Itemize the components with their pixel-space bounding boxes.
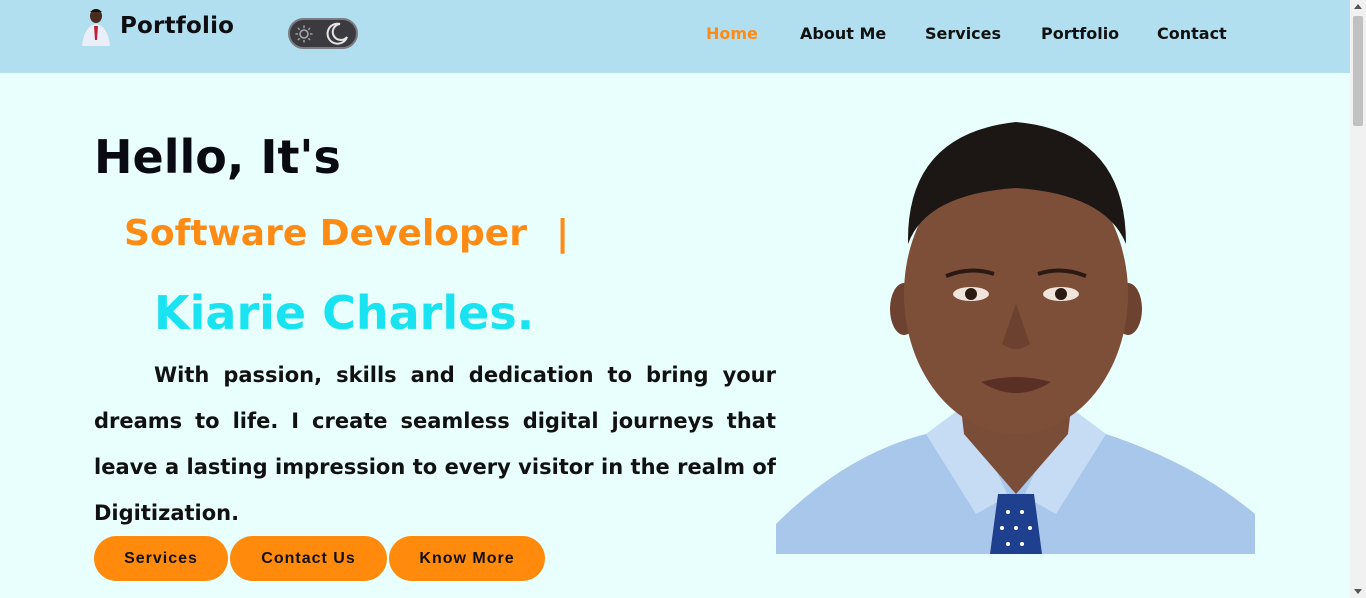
hero-greeting: Hello, It's (94, 130, 341, 184)
scroll-down-arrow-icon[interactable] (1354, 589, 1362, 594)
nav-contact[interactable]: Contact (1157, 24, 1227, 43)
site-header: Portfolio Home About Me Services Portfol… (0, 0, 1350, 73)
nav-services[interactable]: Services (925, 24, 1001, 43)
know-more-button[interactable]: Know More (389, 536, 545, 581)
hero-name: Kiarie Charles. (154, 286, 535, 340)
hero-role: Software Developer (124, 213, 527, 254)
nav-home[interactable]: Home (706, 24, 758, 43)
page-scrollbar[interactable] (1350, 0, 1366, 598)
profile-photo (776, 104, 1255, 554)
nav-about-me[interactable]: About Me (800, 24, 886, 43)
typing-cursor: | (556, 213, 570, 254)
scroll-thumb[interactable] (1353, 16, 1363, 126)
main-nav: Home About Me Services Portfolio Contact (0, 24, 1350, 46)
contact-us-button[interactable]: Contact Us (230, 536, 387, 581)
hero-intro: With passion, skills and dedication to b… (94, 363, 776, 525)
nav-portfolio[interactable]: Portfolio (1041, 24, 1119, 43)
scroll-up-arrow-icon[interactable] (1354, 4, 1362, 9)
services-button[interactable]: Services (94, 536, 228, 581)
